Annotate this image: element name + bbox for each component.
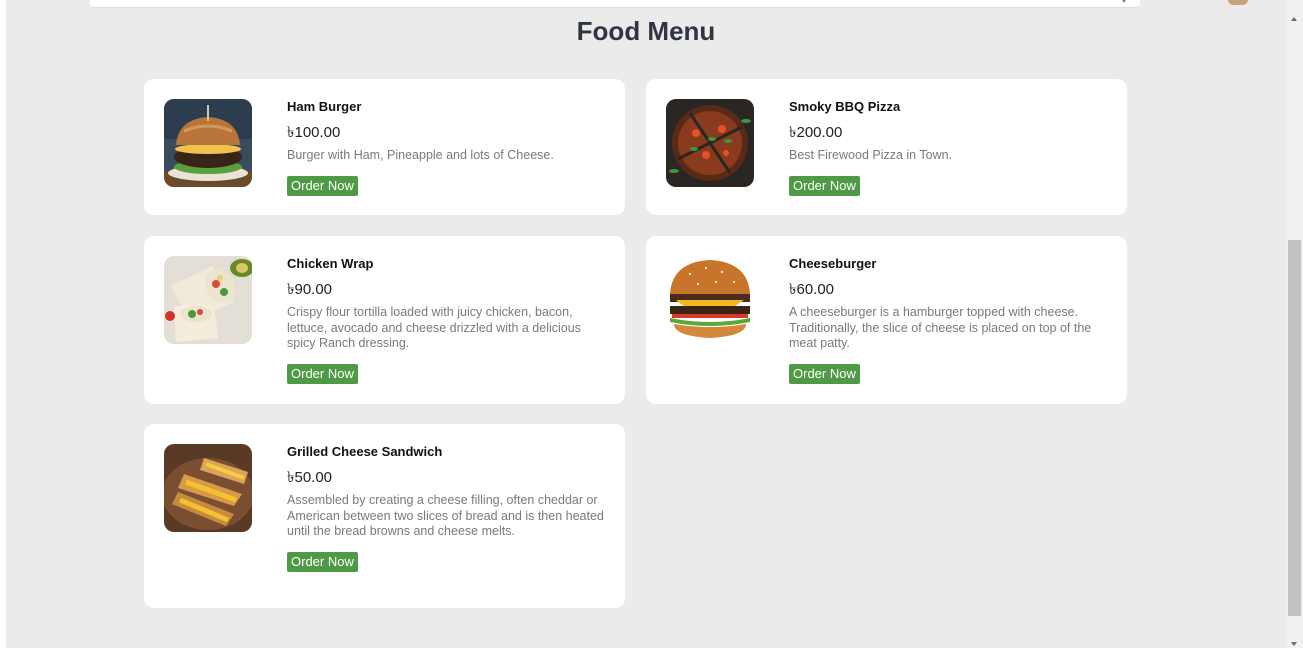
item-name: Grilled Cheese Sandwich [287,444,443,459]
item-description: Crispy flour tortilla loaded with juicy … [287,305,581,350]
scrollbar-thumb[interactable] [1288,240,1301,616]
chicken-wrap-image [164,256,252,344]
order-now-button[interactable]: Order Now [287,551,358,572]
page-viewport: Food Menu Ham Burger ৳100.00 Burger with… [6,0,1286,648]
item-price: ৳100.00 [287,124,341,141]
bbq-pizza-image [666,99,754,187]
cheeseburger-image [666,256,754,344]
item-name: Chicken Wrap [287,256,374,271]
item-price: ৳50.00 [287,469,333,486]
item-description: A cheeseburger is a hamburger topped wit… [789,305,1092,350]
item-price: ৳200.00 [789,124,843,141]
address-bar-edge [90,0,1140,8]
item-name: Cheeseburger [789,256,877,271]
item-description: Burger with Ham, Pineapple and lots of C… [287,148,554,162]
item-description: Best Firewood Pizza in Town. [789,148,953,162]
ham-burger-image [164,99,252,187]
order-now-button[interactable]: Order Now [789,175,860,196]
order-now-button[interactable]: Order Now [287,363,358,384]
order-now-button[interactable]: Order Now [287,175,358,196]
item-description: Assembled by creating a cheese filling, … [287,493,604,538]
menu-card-ham-burger: Ham Burger ৳100.00 Burger with Ham, Pine… [144,79,625,215]
menu-card-grilled-cheese-sandwich: Grilled Cheese Sandwich ৳50.00 Assembled… [144,424,625,608]
dropdown-caret-icon [1122,0,1126,3]
item-name: Smoky BBQ Pizza [789,99,901,114]
menu-card-chicken-wrap: Chicken Wrap ৳90.00 Crispy flour tortill… [144,236,625,404]
scroll-up-arrow-icon[interactable] [1291,17,1297,21]
item-price: ৳90.00 [287,281,333,298]
grilled-cheese-image [164,444,252,532]
item-price: ৳60.00 [789,281,835,298]
menu-card-cheeseburger: Cheeseburger ৳60.00 A cheeseburger is a … [646,236,1127,404]
item-name: Ham Burger [287,99,362,114]
scroll-down-arrow-icon[interactable] [1291,642,1297,646]
menu-card-smoky-bbq-pizza: Smoky BBQ Pizza ৳200.00 Best Firewood Pi… [646,79,1127,215]
avatar [1228,0,1248,5]
page-title: Food Menu [576,16,716,46]
vertical-scrollbar[interactable] [1286,0,1303,648]
order-now-button[interactable]: Order Now [789,363,860,384]
